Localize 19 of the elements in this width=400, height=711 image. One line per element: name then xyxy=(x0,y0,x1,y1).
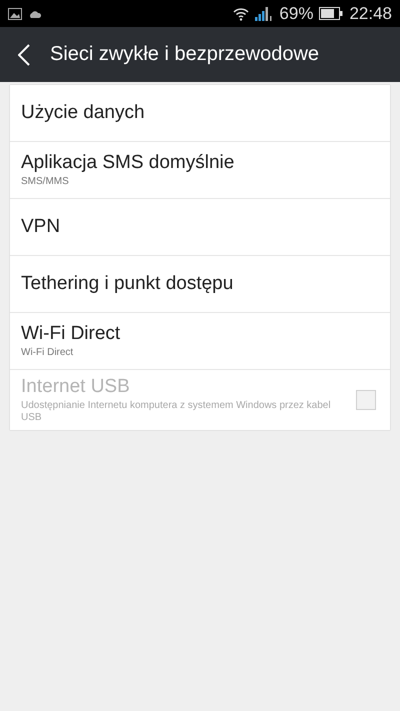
item-title: Tethering i punkt dostępu xyxy=(21,273,234,295)
battery-percentage: 69% xyxy=(279,4,314,24)
signal-icon xyxy=(255,6,274,20)
item-subtitle: Udostępnianie Internetu komputera z systemem Windows przez kabel USB xyxy=(21,400,331,424)
battery-icon xyxy=(319,7,344,20)
image-icon xyxy=(8,8,22,20)
item-title: VPN xyxy=(21,216,62,238)
item-title: Wi-Fi Direct xyxy=(21,323,122,345)
item-title: Użycie danych xyxy=(21,102,146,124)
screen-title: Sieci zwykłe i bezprzewodowe xyxy=(50,43,320,66)
item-subtitle: Wi-Fi Direct xyxy=(21,347,74,359)
wifi-icon xyxy=(233,6,250,20)
clock-time: 22:48 xyxy=(349,4,392,24)
settings-item[interactable]: Użycie danych xyxy=(10,85,390,142)
cloud-icon xyxy=(28,8,42,18)
item-subtitle: SMS/MMS xyxy=(21,176,70,188)
item-title: Aplikacja SMS domyślnie xyxy=(21,152,236,174)
back-icon[interactable] xyxy=(18,44,30,66)
item-title: Internet USB xyxy=(21,376,131,398)
